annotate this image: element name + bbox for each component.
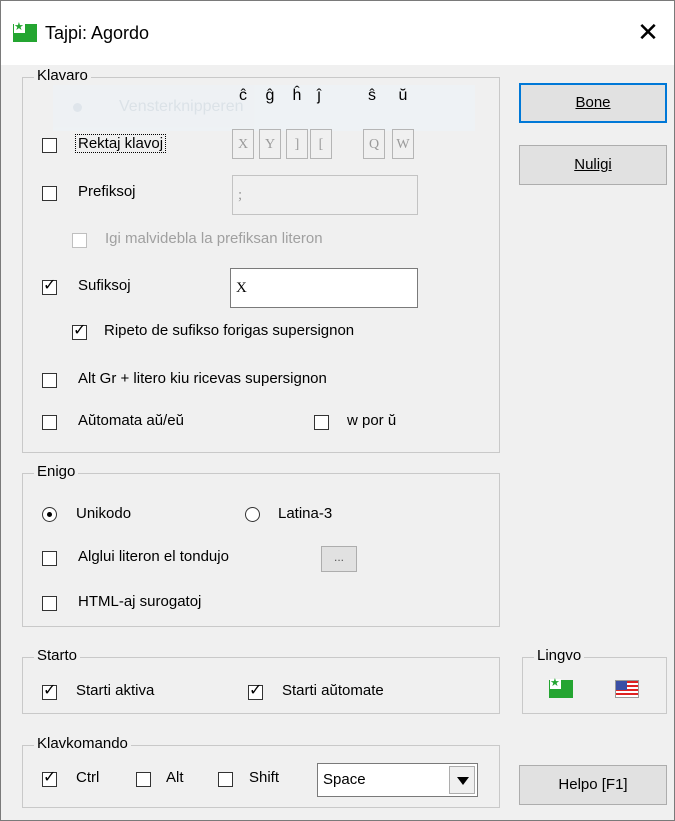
esperanto-language-icon[interactable]: [549, 676, 573, 698]
bone-button-label: Bone: [575, 94, 611, 111]
legend-lingvo: Lingvo: [534, 647, 585, 664]
supersign-char: ĝ: [265, 87, 275, 104]
ghost-tooltip-text: Vensterknipperen: [119, 98, 244, 115]
latina3-radio[interactable]: [245, 507, 260, 522]
w-por-label[interactable]: w por ŭ: [347, 412, 396, 429]
sufiksoj-checkbox[interactable]: [42, 277, 57, 295]
html-label[interactable]: HTML-aj surogatoj: [78, 593, 201, 610]
supersign-char: ĉ: [239, 87, 247, 104]
sufiksoj-label[interactable]: Sufiksoj: [78, 277, 131, 294]
supersign-char: ŭ: [398, 87, 408, 104]
legend-klavkomando: Klavkomando: [34, 735, 131, 752]
starti-aktiva-label[interactable]: Starti aktiva: [76, 682, 154, 699]
helpo-button-label: Helpo [F1]: [558, 776, 628, 793]
alglui-label[interactable]: Alglui literon el tondujo: [78, 548, 229, 565]
nuligi-button-label: Nuligi: [574, 156, 612, 173]
legend-enigo: Enigo: [34, 463, 79, 480]
title-bar[interactable]: Tajpi: Agordo ✕: [1, 1, 674, 65]
automata-checkbox[interactable]: [42, 415, 57, 430]
bone-button[interactable]: Bone: [519, 83, 667, 123]
key-box-c[interactable]: X: [232, 129, 254, 159]
supersign-char: ĥ: [292, 87, 302, 104]
alglui-checkbox[interactable]: [42, 551, 57, 566]
rektaj-klavoj-label[interactable]: Rektaj klavoj: [74, 134, 167, 153]
alt-label[interactable]: Alt: [166, 769, 184, 786]
prefiksoj-label[interactable]: Prefiksoj: [78, 183, 136, 200]
supersign-char: ĵ: [317, 87, 321, 104]
group-lingvo: Lingvo: [522, 647, 667, 714]
prefiksoj-input[interactable]: ;: [232, 175, 418, 215]
starti-automate-checkbox[interactable]: [248, 682, 263, 700]
starti-aktiva-checkbox[interactable]: [42, 682, 57, 700]
nuligi-button[interactable]: Nuligi: [519, 145, 667, 185]
key-box-g[interactable]: Y: [259, 129, 281, 159]
key-box-j[interactable]: [: [310, 129, 332, 159]
chevron-down-icon[interactable]: [449, 766, 475, 794]
supersign-char: ŝ: [368, 87, 376, 104]
legend-starto: Starto: [34, 647, 81, 664]
key-box-u[interactable]: W: [392, 129, 414, 159]
ripeto-checkbox[interactable]: [72, 322, 87, 340]
latina3-label[interactable]: Latina-3: [278, 505, 332, 522]
ctrl-checkbox[interactable]: [42, 769, 57, 787]
key-box-h[interactable]: ]: [286, 129, 308, 159]
altgr-label[interactable]: Alt Gr + litero kiu ricevas supersignon: [78, 370, 327, 387]
w-por-checkbox[interactable]: [314, 415, 329, 430]
automata-label[interactable]: Aŭtomata aŭ/eŭ: [78, 412, 184, 429]
shift-label[interactable]: Shift: [249, 769, 279, 786]
rektaj-klavoj-checkbox[interactable]: [42, 138, 57, 153]
html-checkbox[interactable]: [42, 596, 57, 611]
unikodo-radio[interactable]: [42, 507, 57, 522]
hotkey-select[interactable]: Space: [317, 763, 478, 797]
igi-malvidebla-checkbox[interactable]: [72, 233, 87, 248]
sufiksoj-input[interactable]: X: [230, 268, 418, 308]
starti-automate-label[interactable]: Starti aŭtomate: [282, 682, 384, 699]
shift-checkbox[interactable]: [218, 772, 233, 787]
settings-dialog: Tajpi: Agordo ✕ Klavaro Vensterknipperen…: [0, 0, 675, 821]
helpo-button[interactable]: Helpo [F1]: [519, 765, 667, 805]
browse-button[interactable]: ...: [321, 546, 357, 572]
prefiksoj-checkbox[interactable]: [42, 186, 57, 201]
ripeto-label[interactable]: Ripeto de sufikso forigas supersignon: [104, 322, 354, 339]
english-language-icon[interactable]: [615, 680, 639, 698]
igi-malvidebla-label: Igi malvidebla la prefiksan literon: [105, 230, 323, 247]
unikodo-label[interactable]: Unikodo: [76, 505, 131, 522]
alt-checkbox[interactable]: [136, 772, 151, 787]
hotkey-select-value: Space: [323, 771, 366, 788]
close-icon[interactable]: ✕: [635, 19, 661, 45]
altgr-checkbox[interactable]: [42, 373, 57, 388]
window-title: Tajpi: Agordo: [45, 23, 150, 43]
esperanto-flag-icon: [13, 20, 37, 42]
key-box-s[interactable]: Q: [363, 129, 385, 159]
legend-klavaro: Klavaro: [34, 67, 91, 84]
ctrl-label[interactable]: Ctrl: [76, 769, 99, 786]
